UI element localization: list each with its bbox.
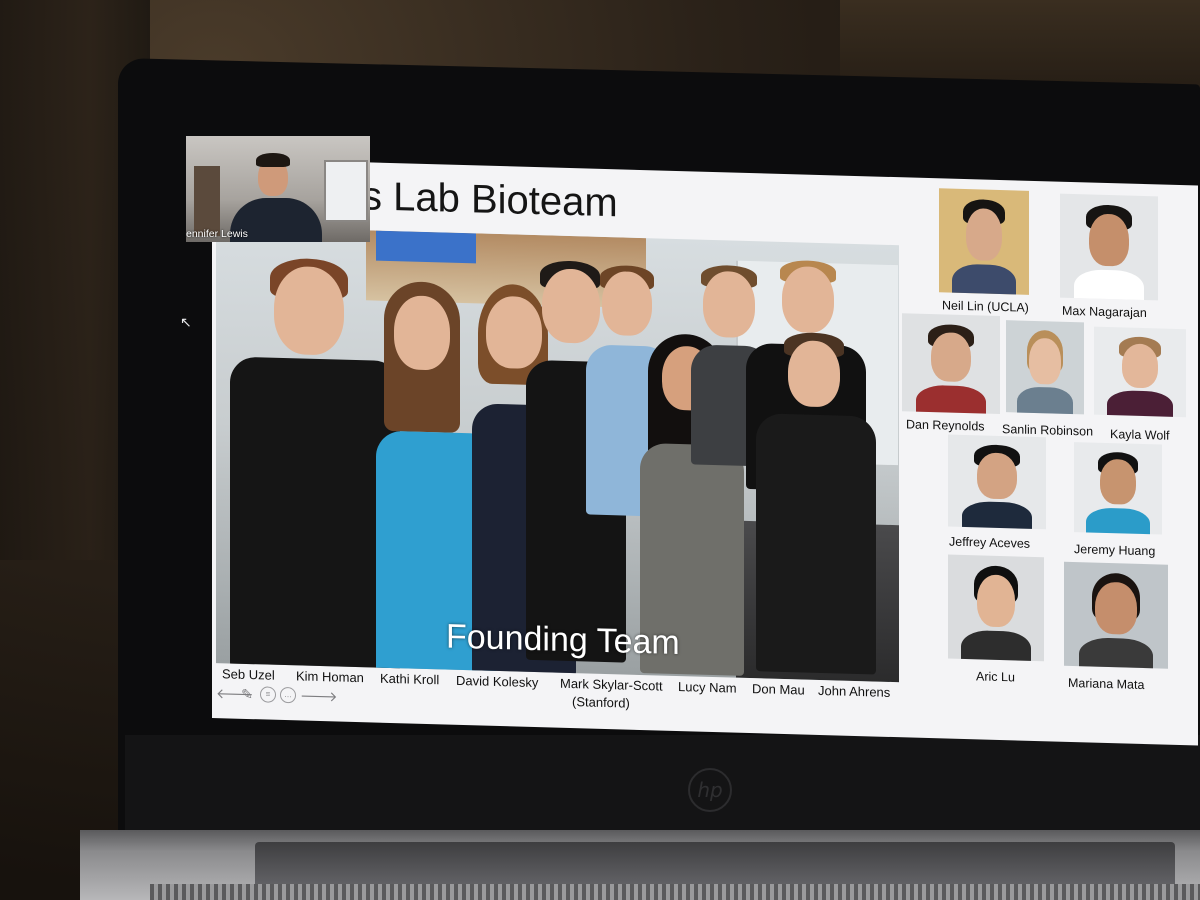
founding-team-photo: Founding Team (216, 226, 899, 683)
member-portrait (1060, 193, 1158, 301)
slide-title: s Lab Bioteam (362, 174, 618, 226)
member-portrait (1074, 442, 1162, 535)
member-name: Max Nagarajan (1062, 303, 1147, 321)
founding-member-affiliation: (Stanford) (572, 694, 630, 711)
member-portrait (1064, 561, 1168, 669)
person-figure (756, 331, 876, 675)
photo-caption: Founding Team (446, 617, 680, 663)
laptop-vent (150, 884, 1200, 900)
founding-member-name: Don Mau (752, 681, 805, 698)
arrow-right-icon[interactable]: 🡒 (300, 687, 338, 704)
lab-boxes (376, 230, 476, 264)
founding-member-name: John Ahrens (818, 682, 891, 700)
member-name: Dan Reynolds (906, 417, 985, 434)
member-portrait (939, 188, 1029, 295)
founding-member-name: Lucy Nam (678, 679, 737, 696)
member-portrait (1094, 326, 1186, 418)
mouse-cursor-icon: ↖ (180, 314, 192, 330)
member-portrait (948, 434, 1046, 530)
laptop-hinge (255, 842, 1175, 890)
background-door (194, 166, 220, 236)
hp-logo-icon: hp (688, 768, 732, 812)
founding-member-name: Mark Skylar-Scott (560, 675, 663, 694)
laptop-bezel (125, 735, 1200, 835)
member-portrait (948, 554, 1044, 662)
member-portrait (1006, 320, 1084, 415)
background-window (324, 160, 368, 222)
member-name: Aric Lu (976, 669, 1015, 685)
member-name: Jeffrey Aceves (949, 534, 1031, 551)
founding-member-name: Kim Homan (296, 668, 364, 686)
menu-icon[interactable]: ≡ (260, 686, 276, 703)
more-icon[interactable]: … (280, 686, 296, 704)
arrow-left-icon[interactable]: 🡐 (216, 685, 254, 702)
member-name: Kayla Wolf (1110, 427, 1170, 443)
member-portrait (902, 313, 1000, 415)
member-name: Neil Lin (UCLA) (942, 298, 1029, 315)
founding-member-name: David Kolesky (456, 672, 539, 691)
member-name: Jeremy Huang (1074, 542, 1156, 559)
slideshow-controls: 🡐 ✎ ≡ … 🡒 (216, 684, 338, 705)
participant-name: ennifer Lewis (186, 228, 248, 240)
member-name: Mariana Mata (1068, 675, 1145, 693)
video-call-thumbnail[interactable]: ennifer Lewis (186, 136, 370, 242)
pen-icon[interactable]: ✎ (238, 686, 256, 703)
presentation-slide: s Lab Bioteam Founding Team Seb Uzel Kim… (212, 158, 1198, 746)
founding-member-name: Seb Uzel (222, 666, 275, 683)
participant-hair (256, 153, 290, 167)
founding-member-name: Kathi Kroll (380, 670, 440, 688)
